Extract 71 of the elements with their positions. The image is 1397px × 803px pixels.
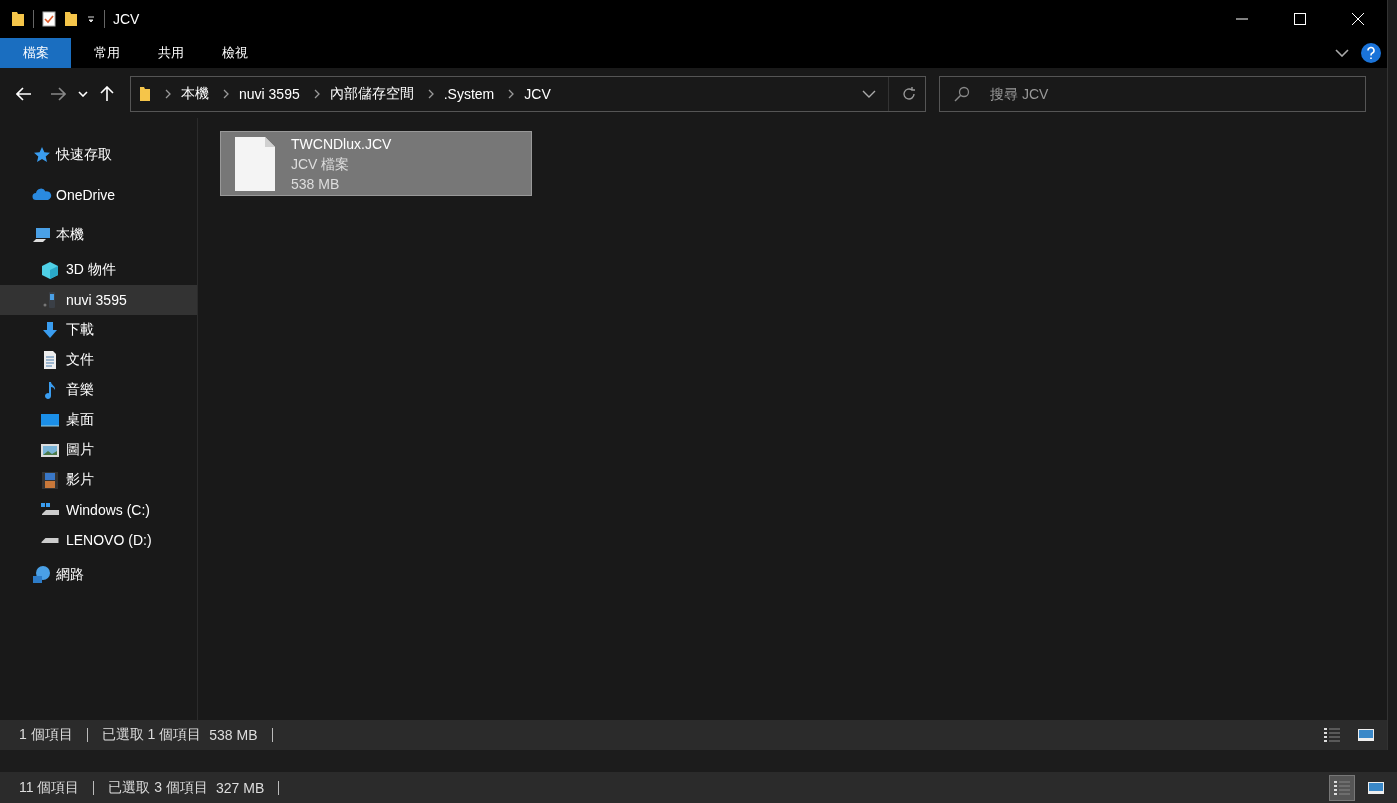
breadcrumb[interactable]: nuvi 3595 — [239, 86, 300, 102]
customize-dropdown-icon[interactable] — [86, 14, 96, 24]
selection-count: 已選取 3 個項目 — [108, 778, 208, 797]
close-icon — [1352, 13, 1364, 25]
network-icon — [32, 565, 52, 585]
details-view-button[interactable] — [1329, 774, 1355, 801]
film-icon — [40, 470, 60, 490]
breadcrumb[interactable]: .System — [443, 86, 495, 102]
chevron-icon[interactable] — [427, 89, 434, 99]
sidebar-item[interactable]: 3D 物件 — [0, 255, 197, 285]
address-bar[interactable]: 本機 nuvi 3595 內部儲存空間 .System JCV — [130, 76, 926, 112]
ribbon-tab[interactable]: 共用 — [139, 38, 203, 68]
maximize-icon — [1294, 13, 1306, 25]
breadcrumb[interactable]: 內部儲存空間 — [329, 85, 414, 103]
sidebar-item[interactable]: LENOVO (D:) — [0, 525, 197, 555]
expand-ribbon-icon[interactable] — [1335, 49, 1349, 57]
file-type: JCV 檔案 — [291, 154, 351, 174]
selection-size: 327 MB — [216, 779, 265, 796]
selection-size: 538 MB — [209, 727, 258, 743]
sidebar-item[interactable]: 圖片 — [0, 435, 197, 465]
details-list-icon — [1323, 727, 1341, 743]
properties-icon[interactable] — [42, 11, 56, 27]
dropdown-icon[interactable] — [862, 90, 876, 98]
item-count: 11 個項目 — [19, 778, 80, 797]
ribbon-tab[interactable]: 檢視 — [203, 38, 267, 68]
chevron-icon[interactable] — [508, 89, 515, 99]
details-list-icon — [1333, 779, 1351, 796]
sidebar-item[interactable]: 文件 — [0, 345, 197, 375]
new-folder-icon[interactable] — [64, 11, 78, 27]
thumbnail-icon — [1368, 781, 1384, 794]
sidebar-item[interactable]: Windows (C:) — [0, 495, 197, 525]
window-title: JCV — [113, 11, 140, 27]
search-icon — [954, 86, 970, 102]
computer-icon — [32, 225, 52, 245]
forward-arrow-icon[interactable] — [50, 87, 66, 101]
file-icon — [235, 136, 275, 191]
back-arrow-icon[interactable] — [16, 87, 32, 101]
file-item[interactable]: TWCNDlux.JCV JCV 檔案 538 MB — [220, 131, 532, 196]
breadcrumb[interactable]: JCV — [524, 86, 551, 102]
folder-icon[interactable] — [11, 11, 25, 27]
help-icon[interactable] — [1361, 43, 1381, 63]
breadcrumb[interactable]: 本機 — [181, 85, 209, 103]
star-icon — [32, 145, 52, 165]
up-arrow-icon[interactable] — [100, 86, 114, 102]
ribbon-tab[interactable]: 檔案 — [0, 38, 71, 68]
download-arrow-icon — [40, 320, 60, 340]
chevron-icon[interactable] — [165, 89, 171, 99]
minimize-icon — [1236, 18, 1248, 20]
sidebar-item[interactable]: 快速存取 — [0, 135, 197, 175]
sidebar-item[interactable]: 音樂 — [0, 375, 197, 405]
folder-icon — [139, 86, 151, 102]
chevron-icon[interactable] — [313, 89, 320, 99]
item-count: 1 個項目 — [19, 726, 73, 744]
thumbnail-icon — [1358, 729, 1374, 741]
sidebar-item[interactable]: 網路 — [0, 555, 197, 595]
file-size: 538 MB — [291, 174, 341, 194]
ribbon-tab[interactable]: 常用 — [75, 38, 139, 68]
cube-icon — [40, 260, 60, 280]
sidebar-item[interactable]: 桌面 — [0, 405, 197, 435]
drive-icon — [40, 536, 60, 544]
chevron-icon[interactable] — [223, 89, 229, 99]
sidebar-item[interactable]: 影片 — [0, 465, 197, 495]
refresh-icon[interactable] — [901, 86, 917, 102]
sidebar-item[interactable]: nuvi 3595 — [0, 285, 197, 315]
file-name: TWCNDlux.JCV — [291, 134, 392, 154]
search-field[interactable]: 搜尋 JCV — [939, 76, 1366, 112]
recent-locations-icon[interactable] — [78, 91, 88, 97]
selection-count: 已選取 1 個項目 — [101, 726, 202, 744]
sidebar-item[interactable]: OneDrive — [0, 175, 197, 215]
sidebar-item[interactable]: 本機 — [0, 215, 197, 255]
sidebar-item[interactable]: 下載 — [0, 315, 197, 345]
